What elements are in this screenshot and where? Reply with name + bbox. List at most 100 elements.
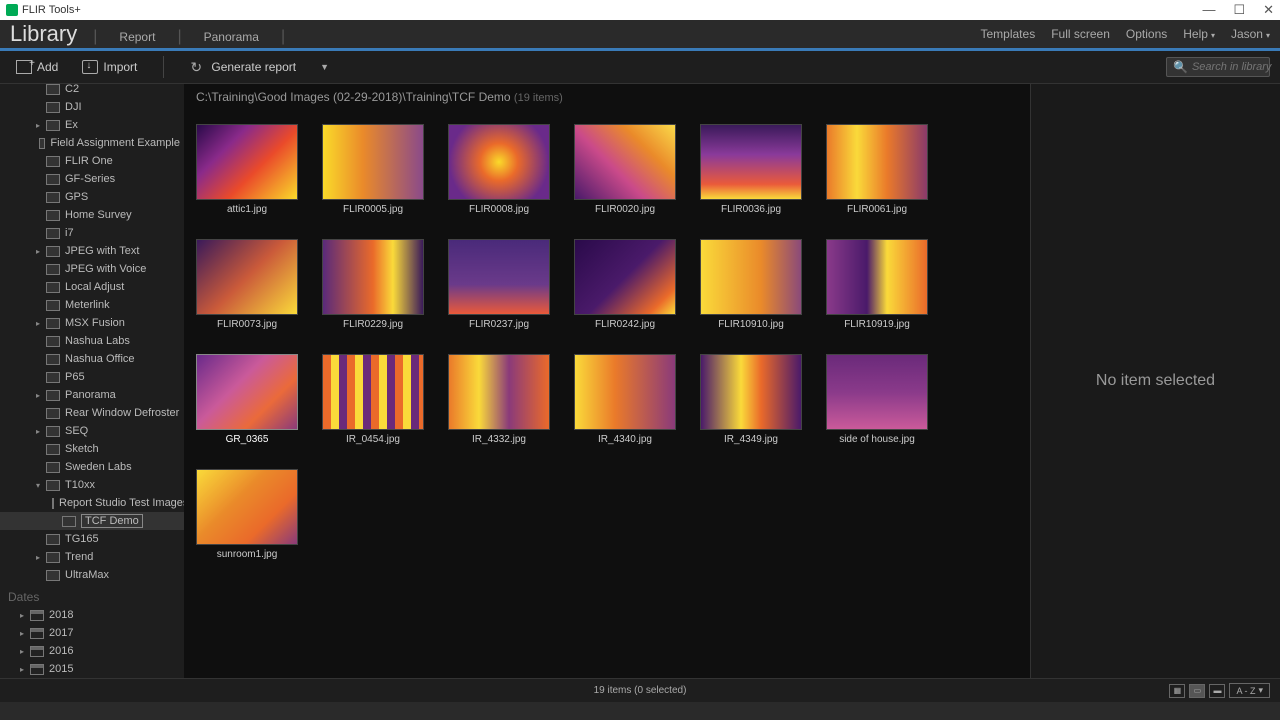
thumbnail[interactable]: FLIR10919.jpg [826, 239, 928, 330]
sidebar-item[interactable]: Rear Window Defroster [0, 404, 184, 422]
thumbnail-image [826, 239, 928, 315]
sidebar-item[interactable]: Sketch [0, 440, 184, 458]
sidebar-item[interactable]: Report Studio Test Images [0, 494, 184, 512]
thumbnail-image [448, 239, 550, 315]
section-title: Library [10, 21, 77, 47]
expand-icon[interactable]: ▸ [36, 121, 46, 130]
sidebar-item[interactable]: P65 [0, 368, 184, 386]
thumbnail-label: FLIR0242.jpg [574, 319, 676, 330]
sidebar-item[interactable]: Nashua Office [0, 350, 184, 368]
expand-icon[interactable]: ▸ [36, 391, 46, 400]
sidebar-item[interactable]: Sweden Labs [0, 458, 184, 476]
sidebar-date-item[interactable]: ▸2017 [0, 624, 184, 642]
sidebar-item-label: Field Assignment Example [50, 137, 180, 149]
thumbnail[interactable]: IR_4340.jpg [574, 354, 676, 445]
detail-panel: No item selected [1030, 84, 1280, 678]
sidebar-item[interactable]: ▸SEQ [0, 422, 184, 440]
view-grid-button[interactable]: ▦ [1169, 684, 1185, 698]
expand-icon[interactable]: ▸ [20, 611, 30, 620]
expand-icon[interactable]: ▸ [20, 647, 30, 656]
sidebar-item-label: FLIR One [65, 155, 113, 167]
sidebar-item[interactable]: ▾T10xx [0, 476, 184, 494]
expand-icon[interactable]: ▸ [20, 665, 30, 674]
expand-icon[interactable]: ▸ [36, 247, 46, 256]
menu-fullscreen[interactable]: Full screen [1051, 27, 1110, 41]
expand-icon[interactable]: ▾ [36, 481, 46, 490]
thumbnail[interactable]: FLIR0229.jpg [322, 239, 424, 330]
thumbnail[interactable]: FLIR0242.jpg [574, 239, 676, 330]
view-large-button[interactable]: ▬ [1209, 684, 1225, 698]
tab-panorama[interactable]: Panorama [198, 30, 265, 44]
sidebar-item[interactable]: Meterlink [0, 296, 184, 314]
sidebar-item[interactable]: ▸ JPEG with Text [0, 242, 184, 260]
sidebar-item[interactable]: UltraMax [0, 566, 184, 584]
thumbnail[interactable]: FLIR0073.jpg [196, 239, 298, 330]
expand-icon[interactable]: ▸ [36, 553, 46, 562]
sidebar-item[interactable]: Nashua Labs [0, 332, 184, 350]
minimize-button[interactable]: — [1202, 2, 1215, 18]
thumbnail-image [826, 124, 928, 200]
sidebar-item-label: Nashua Labs [65, 335, 130, 347]
sidebar-item[interactable]: GF-Series [0, 170, 184, 188]
expand-icon[interactable]: ▸ [36, 427, 46, 436]
expand-icon[interactable]: ▸ [36, 319, 46, 328]
thumbnail[interactable]: IR_4332.jpg [448, 354, 550, 445]
thumbnail[interactable]: IR_4349.jpg [700, 354, 802, 445]
sidebar-date-item[interactable]: ▸2016 [0, 642, 184, 660]
thumbnail[interactable]: FLIR0036.jpg [700, 124, 802, 215]
sidebar-item-label: Local Adjust [65, 281, 124, 293]
thumbnail[interactable]: FLIR10910.jpg [700, 239, 802, 330]
sidebar-item[interactable]: JPEG with Voice [0, 260, 184, 278]
thumbnail[interactable]: GR_0365 [196, 354, 298, 445]
close-button[interactable]: ✕ [1263, 2, 1274, 18]
thumbnail[interactable]: attic1.jpg [196, 124, 298, 215]
folder-icon [46, 408, 60, 419]
folder-icon [46, 336, 60, 347]
sidebar-item[interactable]: ▸Panorama [0, 386, 184, 404]
refresh-icon [190, 59, 206, 75]
thumbnail-image [196, 124, 298, 200]
thumbnail[interactable]: sunroom1.jpg [196, 469, 298, 560]
thumbnail[interactable]: FLIR0061.jpg [826, 124, 928, 215]
search-icon: 🔍 [1173, 60, 1188, 74]
sidebar-date-item[interactable]: ▸2015 [0, 660, 184, 678]
sidebar-item[interactable]: FLIR One [0, 152, 184, 170]
sidebar-item[interactable]: Local Adjust [0, 278, 184, 296]
sidebar-item[interactable]: TG165 [0, 530, 184, 548]
sort-button[interactable]: A - Z▾ [1229, 683, 1270, 698]
thumbnail[interactable]: FLIR0005.jpg [322, 124, 424, 215]
generate-report-button[interactable]: Generate report [184, 55, 302, 79]
sidebar-item[interactable]: i7 [0, 224, 184, 242]
sidebar-item[interactable]: TCF Demo [0, 512, 184, 530]
maximize-button[interactable]: ☐ [1233, 2, 1245, 18]
thumbnail[interactable]: side of house.jpg [826, 354, 928, 445]
sidebar-item[interactable]: DJI [0, 98, 184, 116]
sidebar-item-label: JPEG with Text [65, 245, 139, 257]
menu-templates[interactable]: Templates [981, 27, 1036, 41]
thumbnail[interactable]: FLIR0237.jpg [448, 239, 550, 330]
sidebar-item[interactable]: ▸MSX Fusion [0, 314, 184, 332]
thumbnail[interactable]: FLIR0020.jpg [574, 124, 676, 215]
sidebar-item[interactable]: GPS [0, 188, 184, 206]
menu-options[interactable]: Options [1126, 27, 1167, 41]
sidebar-date-item[interactable]: ▸2018 [0, 606, 184, 624]
thumbnail-label: FLIR0229.jpg [322, 319, 424, 330]
add-button[interactable]: Add [10, 56, 64, 78]
search-box[interactable]: 🔍 [1166, 57, 1270, 77]
thumbnail[interactable]: IR_0454.jpg [322, 354, 424, 445]
sidebar-item[interactable]: ▸Trend [0, 548, 184, 566]
sidebar-item[interactable]: Home Survey [0, 206, 184, 224]
view-medium-button[interactable]: ▭ [1189, 684, 1205, 698]
thumbnail[interactable]: FLIR0008.jpg [448, 124, 550, 215]
sidebar-item[interactable]: C2 [0, 84, 184, 98]
menu-help[interactable]: Help▾ [1183, 27, 1215, 41]
sidebar[interactable]: C2DJI▸Ex Field Assignment Example FLIR One… [0, 84, 184, 678]
search-input[interactable] [1192, 61, 1272, 73]
sidebar-item[interactable]: ▸Ex [0, 116, 184, 134]
import-button[interactable]: Import [76, 56, 143, 78]
expand-icon[interactable]: ▸ [20, 629, 30, 638]
menu-user[interactable]: Jason▾ [1231, 27, 1270, 41]
sidebar-item[interactable]: Field Assignment Example [0, 134, 184, 152]
tab-report[interactable]: Report [113, 30, 161, 44]
generate-report-dropdown[interactable]: ▼ [314, 58, 335, 76]
